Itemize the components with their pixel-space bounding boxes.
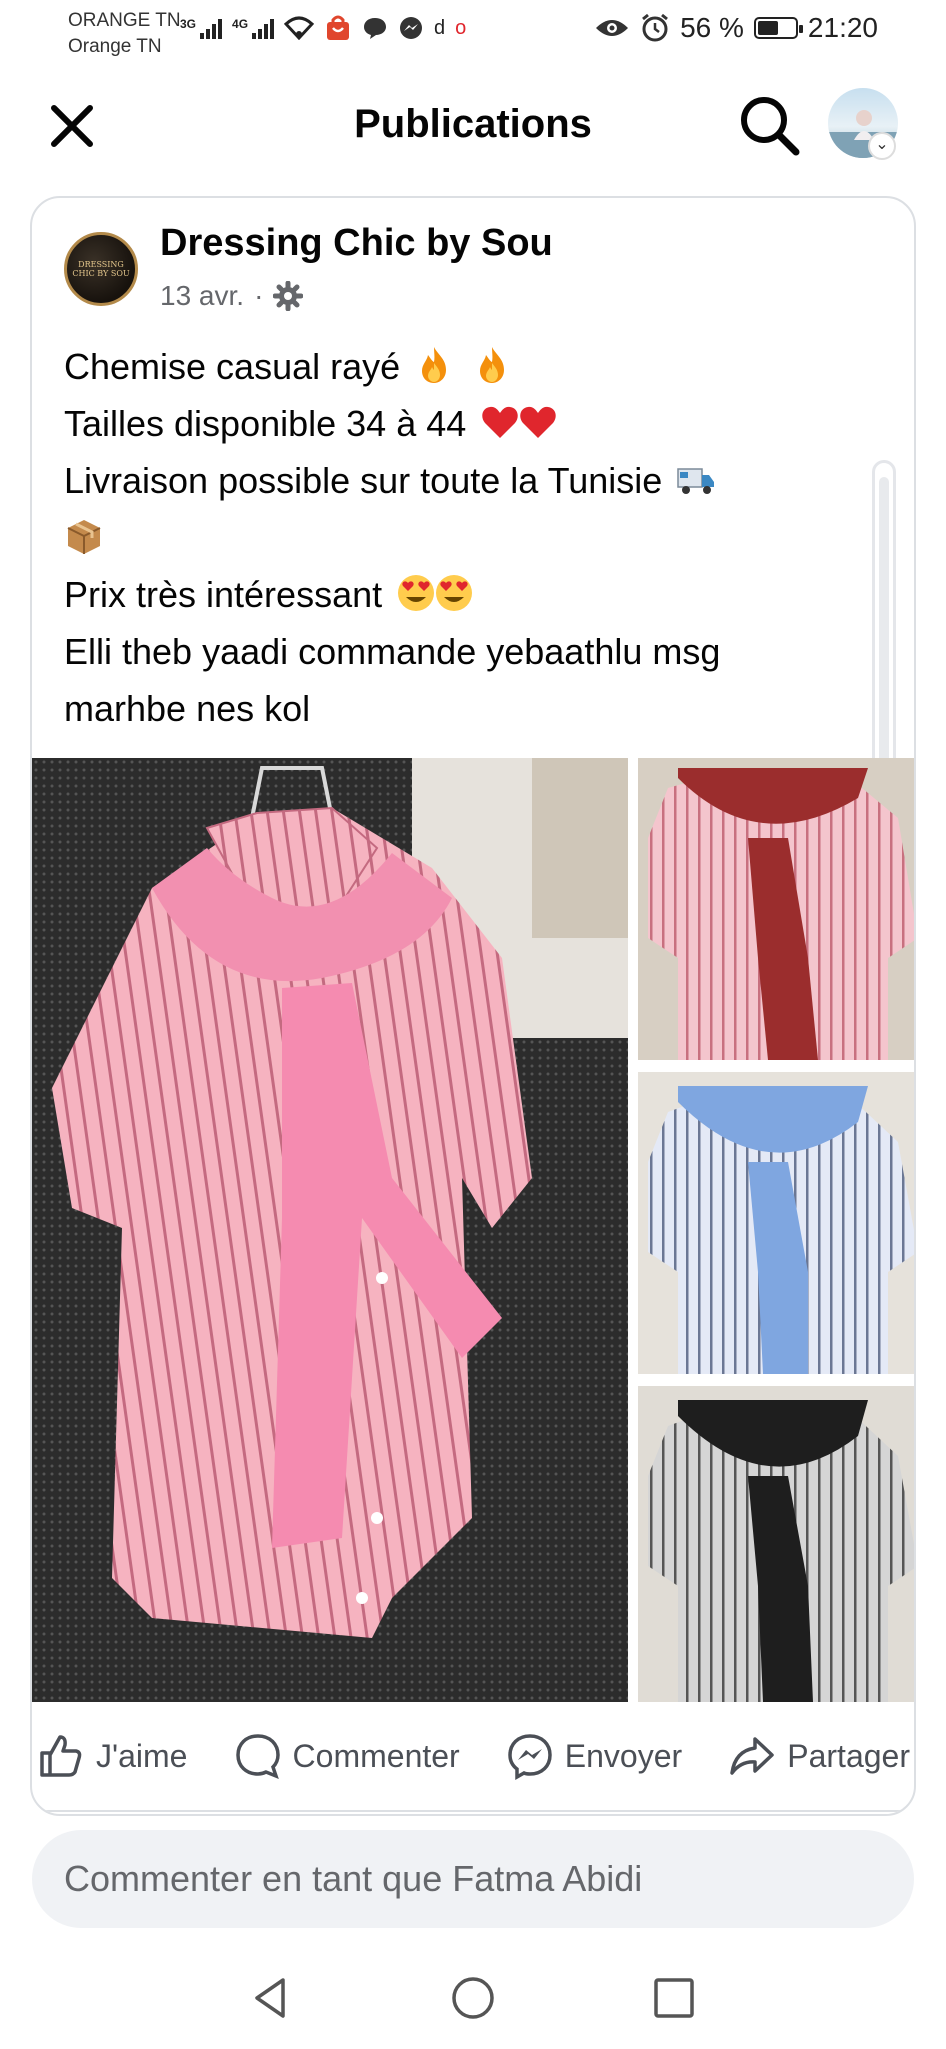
post-line: Chemise casual rayé bbox=[64, 338, 884, 395]
messenger-icon bbox=[400, 17, 423, 39]
package-icon bbox=[67, 520, 101, 554]
signal-4g-icon: 4G bbox=[232, 17, 275, 39]
post-date[interactable]: 13 avr. bbox=[160, 280, 244, 312]
black-scarf-shirt-image bbox=[638, 1386, 914, 1702]
like-label: J'aime bbox=[96, 1737, 188, 1774]
clock: 21:20 bbox=[807, 12, 878, 43]
post-line-text: Tailles disponible 34 à 44 bbox=[64, 403, 467, 444]
chat-bubble-icon bbox=[364, 18, 387, 39]
like-button[interactable]: J'aime bbox=[36, 1731, 187, 1781]
comment-icon bbox=[235, 1734, 280, 1780]
messenger-icon bbox=[508, 1734, 552, 1781]
thumbnail-photo[interactable] bbox=[638, 1072, 914, 1374]
battery-percent: 56 % bbox=[680, 12, 744, 43]
thumbnail-photo[interactable] bbox=[638, 1386, 914, 1702]
post-line-text: Prix très intéressant bbox=[64, 574, 383, 615]
share-icon bbox=[730, 1737, 774, 1775]
fire-icon bbox=[480, 347, 505, 383]
page-logo[interactable]: DRESSING CHIC BY SOU bbox=[64, 232, 138, 306]
blue-scarf-shirt-image bbox=[638, 1072, 914, 1374]
fire-icon bbox=[422, 347, 447, 383]
app-d-icon: d bbox=[434, 16, 446, 39]
main-photo[interactable] bbox=[32, 758, 628, 1702]
post-line-text: Livraison possible sur toute la Tunisie bbox=[64, 460, 663, 501]
signal-4g-label: 4G bbox=[232, 17, 249, 31]
page-logo-text: DRESSING CHIC BY SOU bbox=[72, 260, 130, 278]
post-line-text: marhbe nes kol bbox=[64, 688, 311, 729]
pink-shirt-image bbox=[32, 758, 628, 1702]
post-line: Tailles disponible 34 à 44 bbox=[64, 395, 884, 452]
post-actions: J'aime Commenter Envoyer Partager bbox=[32, 1702, 914, 1812]
post-line: Prix très intéressant bbox=[64, 566, 884, 623]
chevron-down-icon[interactable]: ⌄ bbox=[868, 132, 896, 160]
post-line: Livraison possible sur toute la Tunisie bbox=[64, 452, 884, 509]
home-circle-icon[interactable] bbox=[445, 1970, 501, 2026]
page-title: Publications bbox=[354, 102, 592, 146]
app-o-icon: o bbox=[455, 16, 467, 39]
carrier-secondary: Orange TN bbox=[68, 36, 162, 57]
recents-square-icon[interactable] bbox=[646, 1970, 702, 2026]
post-line bbox=[64, 509, 884, 566]
status-bar: ORANGE TN Orange TN 3G 4G d o 56 % 21:20 bbox=[0, 0, 946, 66]
battery-fill bbox=[757, 21, 779, 35]
photo-grid bbox=[32, 758, 914, 1702]
comment-placeholder: Commenter en tant que Fatma Abidi bbox=[64, 1858, 643, 1899]
heart-eyes-icon bbox=[436, 575, 473, 611]
carrier-name: ORANGE TN bbox=[68, 10, 181, 31]
send-button[interactable]: Envoyer bbox=[505, 1731, 682, 1781]
eye-icon bbox=[596, 20, 629, 36]
post-line-text: Chemise casual rayé bbox=[64, 346, 401, 387]
back-triangle-icon[interactable] bbox=[243, 1970, 299, 2026]
red-heart-icon bbox=[520, 406, 557, 438]
battery-icon bbox=[753, 17, 803, 39]
signal-3g-label: 3G bbox=[180, 17, 197, 31]
post-meta: 13 avr. · bbox=[160, 280, 304, 312]
signal-3g-icon: 3G bbox=[180, 17, 223, 39]
wifi-icon bbox=[284, 16, 315, 40]
thumbs-up-icon bbox=[40, 1735, 82, 1777]
share-button[interactable]: Partager bbox=[727, 1731, 910, 1781]
app-header: Publications ⌄ bbox=[0, 66, 946, 186]
meta-separator: · bbox=[254, 280, 264, 311]
post-text: Chemise casual rayé Tailles disponible 3… bbox=[64, 338, 884, 737]
thumbnail-photo[interactable] bbox=[638, 758, 914, 1060]
gear-icon bbox=[273, 281, 304, 311]
heart-eyes-icon bbox=[398, 575, 435, 611]
search-icon[interactable] bbox=[736, 92, 802, 158]
carrier-info: ORANGE TN Orange TN bbox=[68, 8, 181, 60]
post-line-text: Elli theb yaadi commande yebaathlu msg bbox=[64, 631, 721, 672]
comment-label: Commenter bbox=[292, 1737, 460, 1774]
status-icons-left: 3G 4G d o bbox=[180, 14, 466, 42]
delivery-truck-icon bbox=[677, 468, 715, 494]
send-label: Envoyer bbox=[564, 1737, 683, 1774]
page-name[interactable]: Dressing Chic by Sou bbox=[160, 222, 553, 265]
red-heart-icon bbox=[482, 406, 519, 438]
post-line: Elli theb yaadi commande yebaathlu msg bbox=[64, 623, 884, 680]
post-line: marhbe nes kol bbox=[64, 680, 884, 737]
shopping-bag-icon bbox=[327, 15, 350, 40]
share-label: Partager bbox=[787, 1737, 910, 1774]
red-scarf-shirt-image bbox=[638, 758, 914, 1060]
status-icons-right: 56 % 21:20 bbox=[594, 12, 878, 44]
system-nav-bar bbox=[0, 1946, 946, 2049]
alarm-icon bbox=[642, 13, 669, 42]
post-card: DRESSING CHIC BY SOU Dressing Chic by So… bbox=[30, 196, 916, 1816]
comment-input[interactable]: Commenter en tant que Fatma Abidi bbox=[32, 1830, 914, 1928]
comment-button[interactable]: Commenter bbox=[233, 1731, 460, 1781]
